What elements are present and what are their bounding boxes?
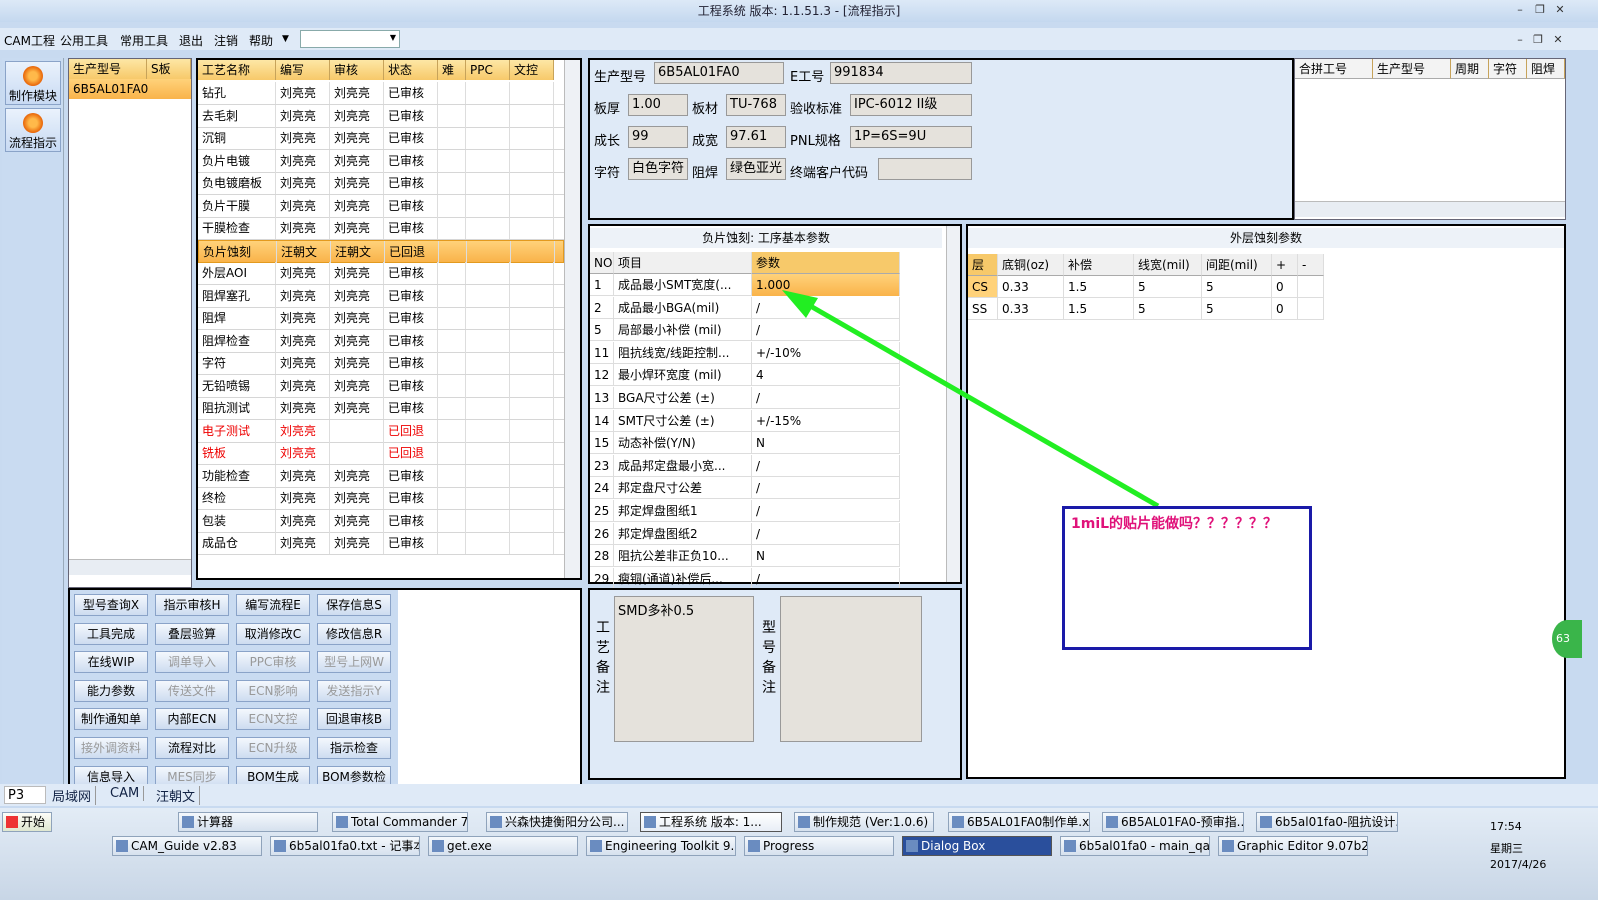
app-icon (1064, 840, 1076, 852)
taskbar-item[interactable]: get.exe (428, 836, 578, 856)
taskbar-item[interactable]: 6b5al01fa0 - main_qa (1060, 836, 1210, 856)
app-icon (748, 840, 760, 852)
annotation-text: 1miL的贴片能做吗？？？？？？ (1071, 516, 1278, 532)
clock-day: 星期三 (1490, 842, 1523, 855)
app-icon (432, 840, 444, 852)
taskbar-item[interactable]: Total Commander 7.0 ... (332, 812, 468, 832)
start-icon (6, 816, 18, 828)
annotation-arrow (782, 290, 1160, 509)
app-icon (274, 840, 286, 852)
app-icon (590, 840, 602, 852)
app-icon (1260, 816, 1272, 828)
arrow-head (782, 290, 818, 318)
taskbar-item[interactable]: 工程系统 版本: 1... (640, 812, 782, 832)
tab-user[interactable]: 汪朝文 (156, 786, 201, 805)
tab-cam[interactable]: CAM (110, 786, 145, 801)
taskbar: 开始 计算器 Total Commander 7.0 ... 兴森快捷衡阳分公司..… (0, 808, 1598, 900)
taskbar-item[interactable]: Dialog Box (902, 836, 1052, 856)
app-icon (336, 816, 348, 828)
app-icon (644, 816, 656, 828)
taskbar-item[interactable]: 6b5al01fa0-阻抗设计... (1256, 812, 1398, 832)
taskbar-item[interactable]: 6B5AL01FA0-预审指... (1102, 812, 1244, 832)
arrow-line (798, 297, 1160, 509)
app-icon (798, 816, 810, 828)
app-icon (906, 840, 918, 852)
bottom-status: P3 局域网 CAM 汪朝文 (0, 784, 1598, 806)
annotation-box: 1miL的贴片能做吗？？？？？？ (1062, 506, 1312, 650)
side-float-icon[interactable]: 63 (1552, 620, 1582, 658)
clock-date: 2017/4/26 (1490, 858, 1547, 871)
app-icon (182, 816, 194, 828)
taskbar-item[interactable]: 6b5al01fa0.txt - 记事本 (270, 836, 420, 856)
app-icon (490, 816, 502, 828)
start-button[interactable]: 开始 (2, 812, 52, 832)
taskbar-item[interactable]: 兴森快捷衡阳分公司... (486, 812, 628, 832)
app-icon (1106, 816, 1118, 828)
taskbar-item[interactable]: Engineering Toolkit 9.07... (586, 836, 736, 856)
taskbar-item[interactable]: CAM_Guide v2.83 (112, 836, 262, 856)
clock-time: 17:54 (1490, 820, 1522, 833)
taskbar-item[interactable]: 6B5AL01FA0制作单.x... (948, 812, 1090, 832)
app-icon (952, 816, 964, 828)
taskbar-item[interactable]: Progress (744, 836, 894, 856)
taskbar-item[interactable]: Graphic Editor 9.07b2 (0... (1218, 836, 1368, 856)
taskbar-item[interactable]: 制作规范 (Ver:1.0.6) (794, 812, 934, 832)
taskbar-item[interactable]: 计算器 (178, 812, 318, 832)
app-icon (116, 840, 128, 852)
app-icon (1222, 840, 1234, 852)
tab-lan[interactable]: 局域网 (52, 786, 97, 805)
start-label: 开始 (21, 815, 46, 829)
p3-combo[interactable]: P3 (4, 786, 46, 804)
